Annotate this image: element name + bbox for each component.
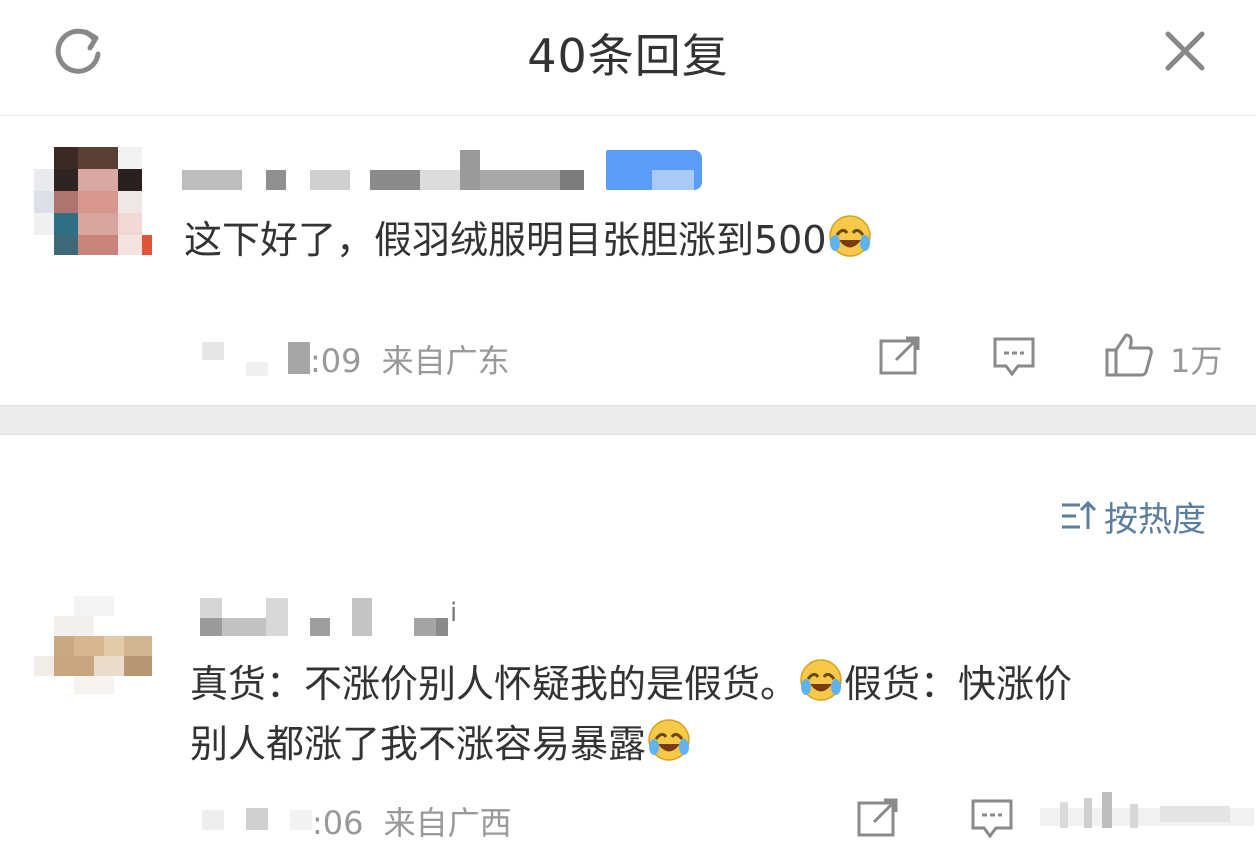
comment-meta: :06 来自广西 (312, 798, 512, 844)
share-icon[interactable] (878, 336, 922, 376)
username-tail: i (450, 598, 458, 628)
laugh-cry-emoji (828, 215, 871, 257)
header-bar: 40条回复 (0, 0, 1256, 116)
share-icon[interactable] (856, 798, 900, 838)
sort-button[interactable]: 按热度 (1060, 492, 1206, 540)
avatar[interactable] (34, 596, 152, 696)
close-icon[interactable] (1160, 26, 1210, 76)
like-icon[interactable] (1104, 332, 1154, 378)
username-redacted[interactable] (182, 150, 702, 192)
section-divider (0, 405, 1256, 435)
username-redacted[interactable]: i (200, 598, 470, 638)
comment-time: :09 (310, 342, 362, 380)
comment-text: 这下好了，假羽绒服明目张胆涨到500 (184, 210, 873, 270)
comment-time: :06 (312, 804, 364, 842)
laugh-cry-emoji (648, 719, 690, 761)
time-redacted (200, 804, 318, 834)
comment-meta: :09 来自广东 (310, 336, 510, 382)
comment-text: 真货：不涨价别人怀疑我的是假货。 假货：快涨价 别人都涨了我不涨容易暴露 (190, 654, 1230, 774)
like-count: 1万 (1170, 342, 1223, 380)
time-redacted (200, 338, 310, 376)
comment-location: 来自广东 (381, 342, 510, 380)
comment-location: 来自广西 (383, 804, 512, 842)
avatar[interactable] (34, 147, 152, 255)
laugh-cry-emoji (800, 659, 842, 701)
watermark-redacted (1040, 792, 1254, 836)
sort-label: 按热度 (1104, 499, 1206, 540)
reply-icon[interactable] (992, 336, 1036, 378)
sort-icon (1062, 500, 1097, 529)
reply-icon[interactable] (970, 798, 1014, 840)
page-title: 40条回复 (527, 29, 729, 83)
